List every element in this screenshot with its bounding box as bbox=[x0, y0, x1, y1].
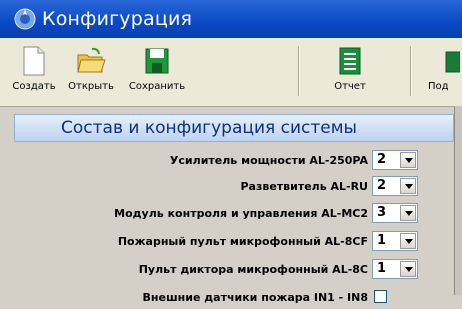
sub-button[interactable]: Под bbox=[428, 46, 462, 92]
config-row-fire-sensors: Внешние датчики пожара IN1 - IN8 bbox=[14, 287, 454, 309]
chevron-down-icon bbox=[405, 158, 413, 163]
chevron-down-icon bbox=[405, 267, 413, 272]
title-bar[interactable]: Конфигурация bbox=[0, 0, 462, 38]
config-row-control-module: Модуль контроля и управления AL-MC2 3 bbox=[14, 203, 454, 225]
chevron-down-icon bbox=[405, 239, 413, 244]
open-folder-icon bbox=[77, 47, 106, 73]
config-row-amplifier: Усилитель мощности AL-250PA 2 bbox=[14, 150, 454, 172]
app-icon bbox=[14, 8, 36, 30]
quantity-dropdown[interactable]: 3 bbox=[372, 203, 418, 223]
quantity-value: 1 bbox=[377, 261, 387, 276]
dropdown-button[interactable] bbox=[400, 261, 416, 277]
new-button[interactable]: Создать bbox=[10, 46, 58, 92]
right-panel-edge bbox=[454, 106, 462, 295]
quantity-dropdown[interactable]: 1 bbox=[372, 231, 418, 251]
panel-title: Состав и конфигурация системы bbox=[14, 114, 454, 142]
quantity-value: 2 bbox=[377, 178, 387, 193]
dropdown-button[interactable] bbox=[400, 233, 416, 249]
quantity-dropdown[interactable]: 1 bbox=[372, 259, 418, 279]
dropdown-button[interactable] bbox=[400, 205, 416, 221]
config-row-splitter: Разветвитель AL-RU 2 bbox=[14, 176, 454, 198]
save-button[interactable]: Сохранить bbox=[124, 46, 190, 92]
dropdown-button[interactable] bbox=[400, 178, 416, 194]
row-label: Модуль контроля и управления AL-MC2 bbox=[114, 207, 368, 220]
open-button[interactable]: Открыть bbox=[62, 46, 120, 92]
config-row-fire-console: Пожарный пульт микрофонный AL-8CF 1 bbox=[14, 231, 454, 253]
report-icon bbox=[339, 47, 361, 75]
cut-off-icon bbox=[445, 51, 460, 73]
quantity-value: 3 bbox=[377, 205, 387, 220]
chevron-down-icon bbox=[405, 184, 413, 189]
toolbar-separator bbox=[298, 46, 299, 96]
open-button-label: Открыть bbox=[68, 81, 114, 92]
row-label: Пульт диктора микрофонный AL-8C bbox=[138, 263, 368, 276]
toolbar-separator bbox=[410, 46, 411, 96]
quantity-dropdown[interactable]: 2 bbox=[372, 176, 418, 196]
new-button-label: Создать bbox=[12, 81, 56, 92]
save-button-label: Сохранить bbox=[128, 81, 186, 92]
save-disk-icon bbox=[145, 48, 169, 74]
dropdown-button[interactable] bbox=[400, 152, 416, 168]
row-label: Внешние датчики пожара IN1 - IN8 bbox=[142, 291, 368, 304]
row-label: Пожарный пульт микрофонный AL-8CF bbox=[117, 235, 368, 248]
row-label: Разветвитель AL-RU bbox=[240, 180, 368, 193]
quantity-dropdown[interactable]: 2 bbox=[372, 150, 418, 170]
config-row-announcer-console: Пульт диктора микрофонный AL-8C 1 bbox=[14, 259, 454, 281]
chevron-down-icon bbox=[405, 211, 413, 216]
sub-button-label: Под bbox=[428, 81, 449, 92]
fire-sensors-checkbox[interactable] bbox=[374, 290, 387, 303]
report-button[interactable]: Отчет bbox=[328, 46, 372, 92]
quantity-value: 1 bbox=[377, 233, 387, 248]
quantity-value: 2 bbox=[377, 152, 387, 167]
row-label: Усилитель мощности AL-250PA bbox=[169, 154, 368, 167]
toolbar: Создать Открыть Сохранить Отчет Под bbox=[0, 38, 462, 107]
new-file-icon bbox=[23, 46, 45, 76]
report-button-label: Отчет bbox=[334, 81, 366, 92]
window-title: Конфигурация bbox=[42, 8, 193, 30]
system-config-panel: Усилитель мощности AL-250PA 2 Разветвите… bbox=[14, 142, 454, 304]
